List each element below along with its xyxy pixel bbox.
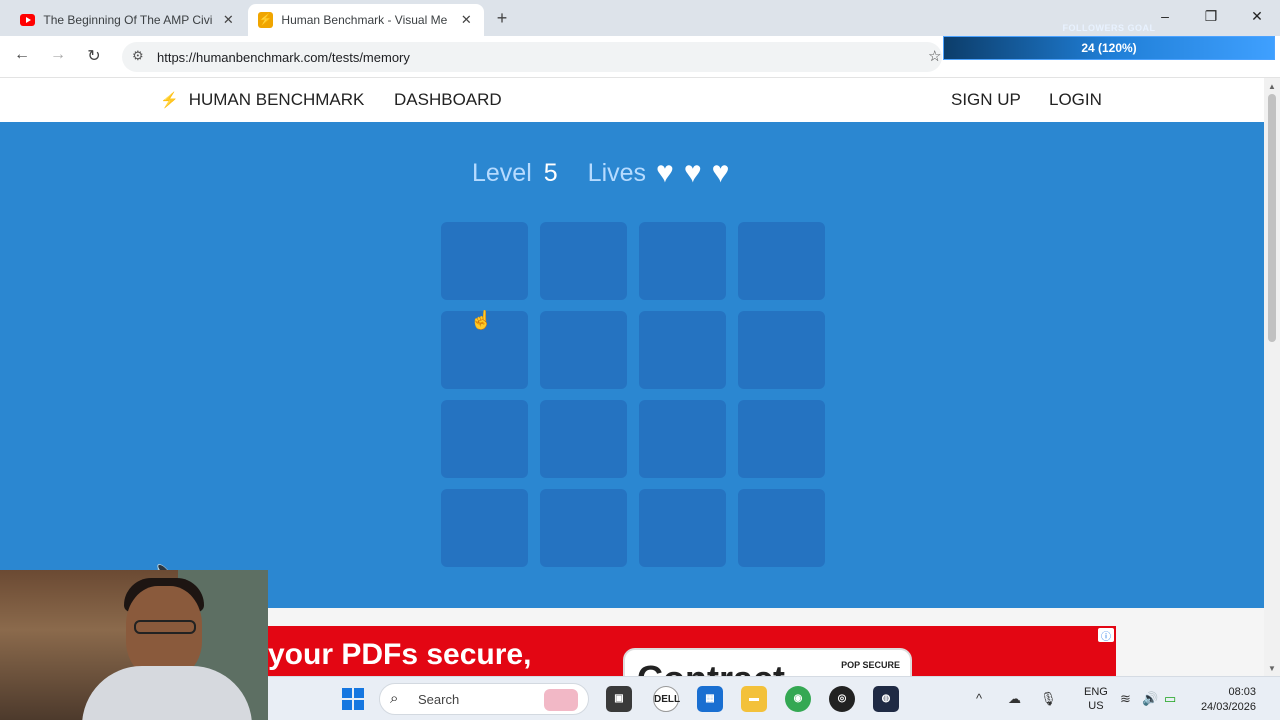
file-explorer-icon[interactable]: ▬ <box>741 686 767 712</box>
memory-tile[interactable] <box>738 311 825 389</box>
tab-title: Human Benchmark - Visual Me <box>281 13 448 27</box>
memory-tile[interactable] <box>639 311 726 389</box>
language-code: ENG <box>1084 686 1108 698</box>
scroll-up-icon[interactable]: ▲ <box>1264 82 1280 91</box>
signup-link[interactable]: SIGN UP <box>951 90 1021 110</box>
ad-card-text: Contract <box>637 658 785 676</box>
webcam-glasses <box>134 620 196 634</box>
task-view-icon[interactable]: ▣ <box>606 686 632 712</box>
clock-time: 08:03 <box>1228 686 1256 698</box>
youtube-icon <box>20 14 36 26</box>
forward-button[interactable]: → <box>46 46 70 64</box>
memory-tile[interactable] <box>540 400 627 478</box>
level-value: 5 <box>543 158 558 187</box>
followers-goal-overlay: FOLLOWERS GOAL 24 (120%) <box>943 20 1275 62</box>
tab-title: The Beginning Of The AMP Civi <box>43 13 213 27</box>
site-header: ⚡ HUMAN BENCHMARK DASHBOARD SIGN UP LOGI… <box>0 78 1264 122</box>
ad-headline: your PDFs secure, <box>268 638 532 671</box>
back-button[interactable]: ← <box>10 46 34 64</box>
memory-grid <box>441 222 825 568</box>
search-icon: ⌕ <box>390 690 399 707</box>
memory-tile[interactable] <box>441 400 528 478</box>
ad-card: Contract POP SECURE <box>623 648 912 676</box>
dell-icon[interactable]: DELL <box>653 686 680 712</box>
search-highlight-icon <box>544 689 578 711</box>
taskbar-search[interactable]: ⌕ Search <box>379 683 589 715</box>
bolt-icon: ⚡ <box>160 92 179 109</box>
ad-card-small: POP SECURE <box>841 660 900 670</box>
search-placeholder: Search <box>418 692 460 707</box>
address-bar[interactable]: ⚙ https://humanbenchmark.com/tests/memor… <box>122 42 942 72</box>
obs-icon[interactable]: ◎ <box>829 686 855 712</box>
battery-icon[interactable]: ▭ <box>1164 691 1176 707</box>
memory-tile[interactable] <box>540 489 627 567</box>
heart-icon: ♥ <box>683 155 702 189</box>
bookmark-star-icon[interactable]: ☆ <box>928 47 941 65</box>
goal-value: 24 (120%) <box>1081 41 1137 55</box>
memory-tile[interactable] <box>639 400 726 478</box>
memory-tile[interactable] <box>639 222 726 300</box>
memory-tile[interactable] <box>738 400 825 478</box>
onedrive-icon[interactable]: ☁ <box>1008 691 1021 707</box>
webcam-feed <box>0 570 268 720</box>
wifi-icon[interactable]: ≋ <box>1120 691 1131 707</box>
brand-name: HUMAN BENCHMARK <box>188 90 365 109</box>
reload-button[interactable]: ↻ <box>82 46 106 66</box>
login-link[interactable]: LOGIN <box>1049 90 1102 110</box>
level-label: Level <box>472 158 532 187</box>
windows-taskbar: ⌕ Search ▣ DELL ▦ ▬ ◉ ◎ ◍ ^ ☁ 🎙 ENG US ≋… <box>268 676 1280 720</box>
scrollbar-thumb[interactable] <box>1268 94 1276 342</box>
tray-chevron-icon[interactable]: ^ <box>976 691 982 706</box>
clock[interactable]: 08:03 24/03/2026 <box>1190 685 1256 715</box>
scroll-down-icon[interactable]: ▼ <box>1264 664 1280 673</box>
test-status: Level 5 Lives ♥ ♥ ♥ <box>472 155 730 189</box>
memory-tile[interactable] <box>441 222 528 300</box>
tab-youtube[interactable]: The Beginning Of The AMP Civi ✕ <box>10 4 246 36</box>
language-indicator[interactable]: ENG US <box>1084 685 1108 713</box>
url-text: https://humanbenchmark.com/tests/memory <box>157 50 410 65</box>
heart-icon: ♥ <box>711 155 730 189</box>
close-icon[interactable]: ✕ <box>221 12 236 28</box>
new-tab-button[interactable]: + <box>492 8 512 29</box>
memory-tile[interactable] <box>738 222 825 300</box>
ad-banner[interactable]: your PDFs secure, Contract POP SECURE ⓘ <box>268 626 1116 676</box>
memory-tile[interactable] <box>540 222 627 300</box>
app-icon[interactable]: ◍ <box>873 686 899 712</box>
store-icon[interactable]: ▦ <box>697 686 723 712</box>
brand-link[interactable]: ⚡ HUMAN BENCHMARK <box>160 90 364 110</box>
memory-tile[interactable] <box>441 489 528 567</box>
goal-progress-bar: 24 (120%) <box>943 36 1275 60</box>
lives-hearts: ♥ ♥ ♥ <box>646 155 730 189</box>
close-icon[interactable]: ✕ <box>459 12 474 28</box>
memory-tile[interactable] <box>639 489 726 567</box>
region-code: US <box>1088 700 1104 712</box>
memory-tile[interactable] <box>738 489 825 567</box>
windows-start-icon[interactable] <box>342 688 364 710</box>
dashboard-link[interactable]: DASHBOARD <box>394 90 502 110</box>
heart-icon: ♥ <box>656 155 674 189</box>
chrome-icon[interactable]: ◉ <box>785 686 811 712</box>
tab-human-benchmark[interactable]: ⚡ Human Benchmark - Visual Me ✕ <box>248 4 484 36</box>
clock-date: 24/03/2026 <box>1200 701 1256 713</box>
memory-tile[interactable] <box>540 311 627 389</box>
volume-icon[interactable]: 🔊 <box>1142 691 1158 707</box>
ad-choices-icon[interactable]: ⓘ <box>1098 628 1114 643</box>
page-scrollbar[interactable]: ▲ ▼ <box>1264 78 1280 676</box>
microphone-icon[interactable]: 🎙 <box>1040 691 1057 707</box>
goal-label: FOLLOWERS GOAL <box>1062 23 1156 33</box>
site-info-icon[interactable]: ⚙ <box>132 48 144 64</box>
lives-label: Lives <box>587 158 647 187</box>
memory-test-area: Level 5 Lives ♥♥♥ 🔈 <box>0 122 1264 608</box>
humanbenchmark-bolt-icon: ⚡ <box>258 12 274 28</box>
hand-cursor-icon: ☝ <box>470 310 493 330</box>
